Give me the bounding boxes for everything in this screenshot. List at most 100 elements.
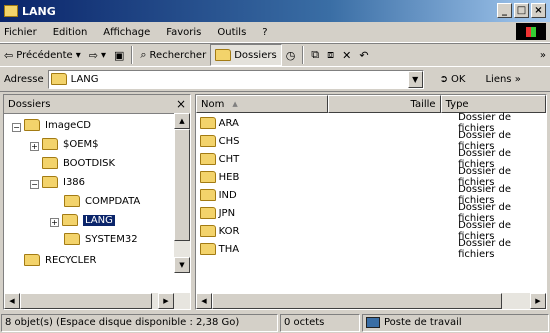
file-name: THA <box>218 243 240 255</box>
scroll-up-button[interactable]: ▲ <box>174 113 190 129</box>
folders-vertical-scrollbar[interactable]: ▲ ▼ <box>174 113 190 273</box>
file-row[interactable]: THA Dossier de fichiers <box>196 238 546 260</box>
go-arrow-icon: ➲ <box>439 73 449 85</box>
tree-item-compdata[interactable]: COMPDATA <box>64 195 140 207</box>
close-button[interactable]: × <box>531 3 546 18</box>
address-label: Adresse <box>4 73 44 85</box>
up-button[interactable]: ▣ <box>110 45 128 65</box>
folders-panel: Dossiers × − ImageCD + $OEM$ BOOTDISK − … <box>3 94 191 310</box>
tree-item-label: ImageCD <box>45 119 92 131</box>
file-row[interactable]: ARA Dossier de fichiers <box>196 112 546 134</box>
tree-item-recycler[interactable]: RECYCLER <box>24 254 96 266</box>
scroll-left-button[interactable]: ◀ <box>196 293 212 309</box>
folders-panel-header: Dossiers × <box>4 95 190 114</box>
tree-item-label: $OEM$ <box>63 138 99 150</box>
undo-icon: ↶ <box>359 48 369 62</box>
address-value[interactable]: LANG <box>71 74 99 85</box>
collapse-icon[interactable]: − <box>12 123 21 132</box>
status-location: Poste de travail <box>362 313 549 332</box>
undo-button[interactable]: ↶ <box>355 45 372 65</box>
menu-favoris[interactable]: Favoris <box>158 27 209 38</box>
tree-item-oem[interactable]: $OEM$ <box>42 138 99 150</box>
file-row[interactable]: KOR Dossier de fichiers <box>196 220 546 242</box>
back-button[interactable]: ⇦ Précédente ▾ <box>0 45 85 65</box>
copy-to-button[interactable]: ⧈ <box>323 45 338 65</box>
scroll-left-button[interactable]: ◀ <box>4 293 20 309</box>
history-button[interactable]: ◷ <box>282 45 300 65</box>
column-name-label: Nom <box>201 98 225 110</box>
expand-icon[interactable]: + <box>30 142 39 151</box>
file-name: HEB <box>218 171 240 183</box>
status-location-label: Poste de travail <box>384 317 462 328</box>
move-to-button[interactable]: ⧉ <box>307 45 323 65</box>
folder-tree: − ImageCD + $OEM$ BOOTDISK − I386 COMPDA <box>4 114 190 274</box>
file-name: KOR <box>218 225 240 237</box>
menu-affichage[interactable]: Affichage <box>95 27 158 38</box>
folder-icon <box>64 195 80 207</box>
expand-icon[interactable]: + <box>50 218 59 227</box>
file-row[interactable]: IND Dossier de fichiers <box>196 184 546 206</box>
toolbar-more-button[interactable]: » <box>536 45 550 65</box>
folder-icon <box>200 117 216 129</box>
window-title: LANG <box>4 5 56 18</box>
address-dropdown-button[interactable]: ▼ <box>407 70 423 88</box>
scroll-right-button[interactable]: ▶ <box>158 293 174 309</box>
scroll-down-button[interactable]: ▼ <box>174 257 190 273</box>
column-type[interactable]: Type <box>440 95 546 113</box>
toolbar-separator <box>302 46 305 64</box>
folder-icon <box>200 207 216 219</box>
folder-icon <box>50 73 67 85</box>
scroll-thumb[interactable] <box>174 129 190 241</box>
folders-icon <box>215 49 232 61</box>
column-size-label: Taille <box>410 98 436 110</box>
tree-item-lang[interactable]: LANG <box>62 214 115 226</box>
scroll-thumb[interactable] <box>212 293 502 309</box>
status-objects: 8 objet(s) (Espace disque disponible : 2… <box>1 313 278 332</box>
search-label: Rechercher <box>149 49 207 61</box>
menu-bar: Fichier Edition Affichage Favoris Outils… <box>0 22 550 43</box>
forward-button[interactable]: ⇨ ▾ <box>85 45 110 65</box>
menu-help[interactable]: ? <box>254 27 275 38</box>
menu-outils[interactable]: Outils <box>209 27 254 38</box>
file-list-horizontal-scrollbar[interactable]: ◀ ▶ <box>196 293 546 309</box>
menu-edition[interactable]: Edition <box>45 27 96 38</box>
back-dropdown-icon[interactable]: ▾ <box>76 50 81 61</box>
column-size[interactable]: Taille <box>328 95 441 113</box>
file-row[interactable]: JPN Dossier de fichiers <box>196 202 546 224</box>
tree-item-bootdisk[interactable]: BOOTDISK <box>42 157 115 169</box>
maximize-button[interactable]: □ <box>514 3 529 18</box>
minimize-button[interactable]: _ <box>497 3 512 18</box>
file-name: IND <box>218 189 237 201</box>
file-row[interactable]: CHS Dossier de fichiers <box>196 130 546 152</box>
address-field[interactable]: LANG ▼ <box>47 69 424 89</box>
collapse-icon[interactable]: − <box>30 180 39 189</box>
tree-item-system32[interactable]: SYSTEM32 <box>64 233 138 245</box>
close-icon[interactable]: × <box>176 97 186 111</box>
folder-icon <box>24 254 40 266</box>
title-bar[interactable]: LANG _ □ × <box>0 0 550 22</box>
window-controls: _ □ × <box>497 3 546 18</box>
folders-horizontal-scrollbar[interactable]: ◀ ▶ <box>4 293 190 309</box>
forward-dropdown-icon[interactable]: ▾ <box>101 50 106 61</box>
links-button[interactable]: Liens » <box>485 74 520 85</box>
history-icon: ◷ <box>285 48 296 62</box>
file-row[interactable]: HEB Dossier de fichiers <box>196 166 546 188</box>
column-type-label: Type <box>445 98 469 110</box>
menu-fichier[interactable]: Fichier <box>0 27 45 38</box>
folders-button[interactable]: Dossiers <box>210 44 282 66</box>
tree-item-label: RECYCLER <box>45 254 97 266</box>
tree-item-label: I386 <box>63 176 86 188</box>
column-name[interactable]: Nom ▲ <box>196 95 329 113</box>
scroll-thumb[interactable] <box>20 293 152 309</box>
back-label: Précédente <box>16 49 73 61</box>
file-row[interactable]: CHT Dossier de fichiers <box>196 148 546 170</box>
toolbar: ⇦ Précédente ▾ ⇨ ▾ ▣ ⌕ Rechercher Dossie… <box>0 43 550 67</box>
delete-button[interactable]: ✕ <box>338 45 355 65</box>
search-button[interactable]: ⌕ Rechercher <box>136 45 210 65</box>
tree-item-imagecd[interactable]: ImageCD <box>24 119 91 131</box>
scroll-right-button[interactable]: ▶ <box>530 293 546 309</box>
copy-to-icon: ⧈ <box>327 48 335 61</box>
tree-item-i386[interactable]: I386 <box>42 176 85 188</box>
go-button[interactable]: ➲ OK <box>440 74 466 85</box>
status-bar: 8 objet(s) (Espace disque disponible : 2… <box>0 312 550 333</box>
